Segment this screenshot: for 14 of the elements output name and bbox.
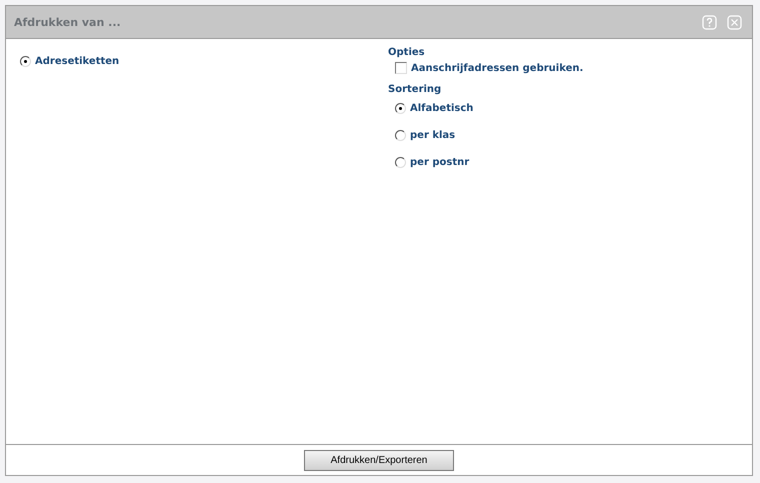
checkbox[interactable] (395, 62, 407, 74)
radio-label: per klas (410, 130, 456, 141)
radio-label: Adresetiketten (35, 56, 120, 67)
section-heading: Opties (388, 47, 426, 58)
print-export-button[interactable]: Afdrukken/Exporteren (304, 450, 454, 470)
radio-button[interactable] (395, 130, 406, 141)
section-heading: Sortering (388, 84, 442, 95)
window-title: Afdrukken van ... (14, 16, 122, 28)
radio-button[interactable] (395, 103, 406, 114)
radio-label: Alfabetisch (410, 103, 474, 114)
radio-label: per postnr (410, 157, 470, 168)
radio-button[interactable] (20, 56, 31, 67)
radio-button[interactable] (395, 157, 406, 168)
checkbox-label: Aanschrijfadressen gebruiken. (411, 62, 584, 74)
